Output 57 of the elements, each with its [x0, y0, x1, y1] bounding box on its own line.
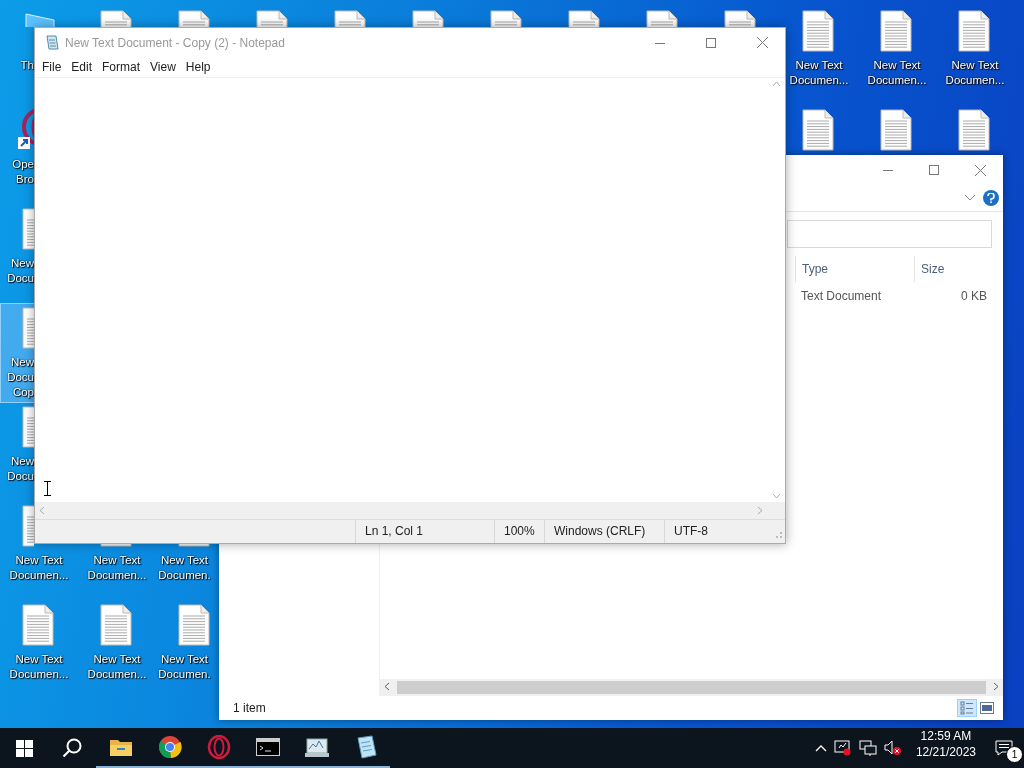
search-icon	[62, 738, 82, 758]
notifications-button[interactable]: 1	[984, 728, 1024, 768]
ring-icon[interactable]	[18, 109, 34, 151]
icon-label: Ope Bro	[11, 157, 34, 187]
column-header[interactable]: Size	[914, 256, 995, 282]
icon-label: New Docu Cop	[6, 355, 34, 400]
monitor-icon[interactable]	[303, 736, 330, 758]
icon-label: New Text Documen...	[86, 652, 148, 682]
terminal-icon[interactable]	[255, 738, 280, 756]
icon-label: New Text Documen.	[157, 652, 212, 682]
menu-item[interactable]: Edit	[66, 58, 98, 76]
icon-label: New Docu	[6, 256, 34, 286]
table-cell-text: 0 KB	[960, 289, 988, 303]
network-icon[interactable]	[858, 740, 877, 756]
browser-icon[interactable]	[157, 735, 182, 759]
icon-label: New Text Documen...	[788, 58, 850, 88]
large-icons-view-button[interactable]	[977, 699, 997, 717]
icon-label: Th	[19, 58, 34, 73]
status-field: UTF-8	[664, 520, 769, 543]
details-view-icon	[960, 701, 974, 715]
icon-label: New Docu	[6, 454, 34, 484]
large-icons-view-icon	[980, 702, 994, 714]
notification-badge: 1	[1006, 746, 1023, 763]
column-header[interactable]: Type	[795, 256, 914, 282]
maximize-icon	[929, 165, 939, 175]
table-cell-text: Text Document	[800, 289, 883, 303]
menu-item[interactable]: File	[37, 58, 67, 76]
menu-item[interactable]: Format	[97, 58, 146, 76]
menu-item[interactable]: View	[145, 58, 181, 76]
icon-label: New Text Documen...	[866, 58, 928, 88]
icon-label: New Text Documen...	[944, 58, 1006, 88]
horizontal-scrollbar[interactable]	[380, 679, 1003, 696]
maximize-icon	[706, 37, 716, 48]
text-cursor-icon	[44, 481, 51, 496]
close-icon	[756, 37, 768, 48]
speech-bubble-icon	[995, 740, 1013, 756]
volume-muted-icon[interactable]	[883, 740, 902, 756]
status-field: Windows (CRLF)	[544, 520, 664, 543]
status-field: Ln 1, Col 1	[355, 520, 494, 543]
close-icon	[974, 164, 986, 176]
status-text: 1 item	[233, 701, 267, 715]
menu-item[interactable]: Help	[180, 58, 216, 76]
icon-label: New Text Documen...	[8, 652, 70, 682]
window-title: New Text Document - Copy (2) - Notepad	[65, 35, 286, 50]
notepad-icon	[44, 34, 60, 51]
icon-label: New Text Documen...	[8, 553, 70, 583]
icon-label: New Text Documen.	[157, 553, 212, 583]
windows-icon	[15, 739, 33, 757]
status-field: 100%	[494, 520, 544, 543]
help-icon[interactable]	[983, 190, 999, 206]
details-view-button[interactable]	[957, 699, 977, 717]
display-alert-icon[interactable]	[833, 740, 852, 756]
folder-icon[interactable]	[108, 737, 133, 757]
search-field[interactable]	[787, 220, 992, 248]
clock[interactable]: 12:59 AM 12/21/2023	[907, 728, 984, 768]
ring-icon[interactable]	[206, 735, 231, 759]
icon-label: New Text Documen...	[86, 553, 148, 583]
